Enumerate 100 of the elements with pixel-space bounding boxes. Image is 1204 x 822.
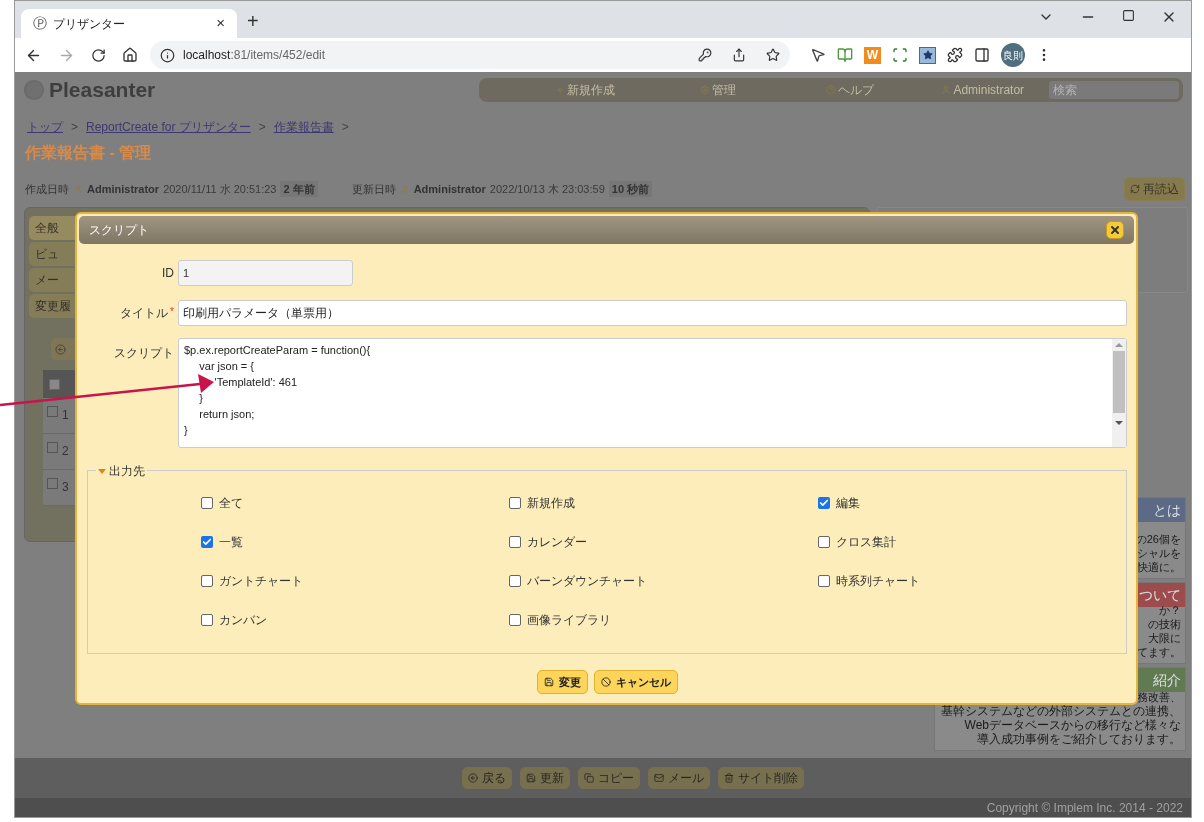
- field-label: タイトル: [120, 305, 169, 322]
- w-extension-icon[interactable]: W: [864, 46, 881, 64]
- maximize-icon[interactable]: [1122, 9, 1135, 22]
- cancel-button[interactable]: キャンセル: [593, 670, 678, 694]
- checkbox[interactable]: [509, 535, 522, 548]
- footer-button[interactable]: サイト削除: [718, 767, 804, 789]
- checkbox[interactable]: [47, 406, 58, 417]
- checkbox[interactable]: [47, 442, 58, 453]
- breadcrumb-link[interactable]: トップ: [27, 118, 63, 136]
- cursor-icon[interactable]: [810, 47, 826, 63]
- star-box-icon[interactable]: [919, 46, 936, 64]
- checkbox-label: 時系列チャート: [835, 572, 920, 590]
- fieldset-legend[interactable]: 出力先: [96, 462, 147, 480]
- save-button[interactable]: 変更: [536, 670, 588, 694]
- checkbox[interactable]: [201, 574, 213, 587]
- breadcrumb-link[interactable]: ReportCreate for プリザンター: [86, 118, 251, 136]
- breadcrumb-separator: >: [258, 119, 266, 136]
- side-tab[interactable]: メー: [29, 268, 77, 292]
- nav-item[interactable]: Administrator: [916, 81, 1049, 99]
- book-icon[interactable]: [837, 47, 853, 63]
- close-button[interactable]: [1106, 221, 1124, 239]
- user-icon: [941, 85, 952, 95]
- checkbox[interactable]: [817, 535, 830, 548]
- required-mark: *: [170, 305, 174, 319]
- row-number: 3: [62, 479, 69, 496]
- logo-text: Pleasanter: [49, 77, 156, 104]
- checkbox[interactable]: [817, 496, 830, 509]
- ad-text: の技術: [1148, 617, 1181, 631]
- relative-time: 10 秒前: [608, 180, 653, 198]
- checkbox-label: 画像ライブラリ: [527, 611, 612, 629]
- timestamp: 2020/11/11 水 20:51:23: [163, 181, 277, 197]
- capture-icon[interactable]: [892, 47, 908, 63]
- reload-icon[interactable]: [91, 47, 106, 63]
- side-tab[interactable]: 変更履: [29, 294, 77, 318]
- close-tab-button[interactable]: ×: [216, 12, 225, 35]
- checkbox-label: 全て: [219, 494, 243, 512]
- tab-title: プリザンター: [53, 15, 126, 33]
- info-icon: [160, 47, 175, 63]
- checkbox[interactable]: [817, 574, 830, 587]
- breadcrumb-link[interactable]: 作業報告書: [273, 118, 334, 136]
- dialog-title: スクリプト: [89, 222, 150, 239]
- footer-button[interactable]: メール: [648, 767, 710, 789]
- title-field[interactable]: 印刷用パラメータ（単票用）: [178, 300, 1127, 326]
- bookmark-icon[interactable]: [766, 48, 780, 62]
- checkbox[interactable]: [49, 378, 60, 390]
- ad-text: てます。: [1137, 645, 1181, 659]
- ad-text: シャルを: [1137, 546, 1181, 560]
- extensions-icon[interactable]: [947, 47, 963, 63]
- checkbox-label: 新規作成: [527, 494, 576, 512]
- url-text: localhost:81/items/452/edit: [183, 47, 327, 64]
- script-field[interactable]: $p.ex.reportCreateParam = function(){ var json = { 'TemplateId': 461 } return json; }: [178, 338, 1127, 448]
- address-field[interactable]: localhost:81/items/452/edit: [150, 41, 790, 69]
- footer-button[interactable]: コピー: [578, 767, 640, 789]
- trash-icon: [724, 773, 734, 783]
- reload-icon: [1130, 184, 1140, 194]
- checkbox-label: 編集: [835, 494, 860, 512]
- save-icon: [543, 677, 554, 687]
- scrollbar[interactable]: [1112, 339, 1126, 447]
- checkbox[interactable]: [47, 478, 58, 489]
- nav-item[interactable]: ヘルプ: [784, 81, 917, 99]
- side-tab[interactable]: 全般: [29, 216, 77, 240]
- share-icon[interactable]: [732, 48, 746, 62]
- checkbox[interactable]: [201, 496, 213, 509]
- key-icon[interactable]: [698, 48, 712, 62]
- checkbox[interactable]: [509, 574, 522, 587]
- ad-text: Webデータベースからの移行など様々な: [964, 718, 1181, 732]
- user-icon: [399, 184, 410, 194]
- checkbox[interactable]: [201, 535, 213, 548]
- new-tab-button[interactable]: +: [247, 6, 259, 36]
- checkbox[interactable]: [509, 496, 522, 509]
- search-field[interactable]: 検索: [1049, 81, 1179, 99]
- checkbox[interactable]: [509, 613, 522, 626]
- checkbox-label: 一覧: [219, 533, 243, 551]
- profile-avatar[interactable]: 良則: [1001, 43, 1025, 67]
- browser-tab[interactable]: Ⓟ プリザンター ×: [21, 9, 237, 38]
- row-number: 1: [62, 407, 69, 424]
- meta-label: 更新日時: [351, 181, 396, 197]
- ad-text: 大限に: [1148, 631, 1181, 645]
- nav-item[interactable]: 新規作成: [519, 81, 652, 99]
- copy-icon: [584, 773, 594, 783]
- id-field[interactable]: 1: [178, 260, 353, 286]
- row-number: 2: [62, 443, 69, 460]
- script-text: $p.ex.reportCreateParam = function(){ var json = { 'TemplateId': 461 } return json; }: [183, 343, 372, 438]
- home-icon[interactable]: [122, 47, 138, 63]
- ad-text: 導入成功事例をご紹介しております。: [977, 732, 1181, 746]
- side-panel-icon[interactable]: [974, 47, 990, 63]
- cancel-icon: [600, 677, 611, 687]
- footer-button[interactable]: 戻る: [462, 767, 512, 789]
- reload-button[interactable]: 再読込: [1124, 177, 1185, 201]
- footer-button[interactable]: 更新: [520, 767, 570, 789]
- user-icon: [73, 184, 83, 194]
- close-icon: [1109, 224, 1121, 236]
- checkbox-label: カレンダー: [527, 533, 588, 551]
- up-button[interactable]: [51, 338, 77, 360]
- nav-item[interactable]: 管理: [651, 81, 784, 99]
- ad-text: 基幹システムなどの外部システムとの連携、: [941, 704, 1181, 718]
- field-label: スクリプト: [113, 345, 175, 362]
- side-tab[interactable]: ビュ: [29, 242, 77, 266]
- checkbox[interactable]: [201, 613, 213, 626]
- timestamp: 2022/10/13 木 23:03:59: [489, 181, 605, 197]
